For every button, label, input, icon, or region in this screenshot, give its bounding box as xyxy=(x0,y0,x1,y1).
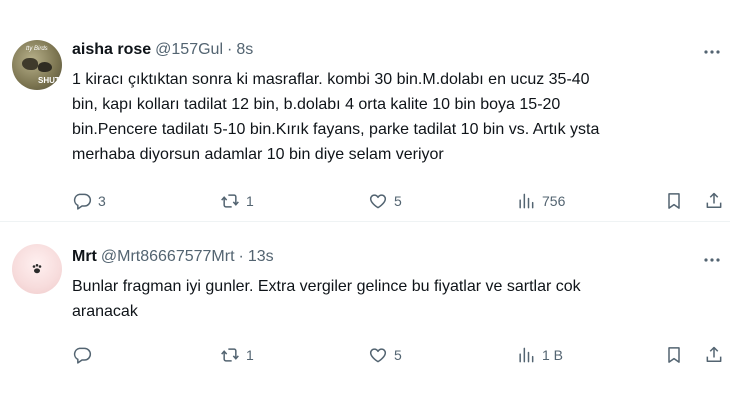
timestamp[interactable]: 8s xyxy=(236,41,253,59)
tweet-actions: 1 5 1 B xyxy=(72,344,730,366)
tweet-actions: 3 1 5 756 xyxy=(72,190,730,212)
bookmark-icon xyxy=(668,347,680,363)
retweet-button[interactable]: 1 xyxy=(220,190,254,212)
retweet-icon xyxy=(221,194,239,208)
retweet-button[interactable]: 1 xyxy=(220,344,254,366)
tweet[interactable]: tty Birds SHUT aisha rose @157Gul · 8s 1… xyxy=(0,0,730,221)
timestamp[interactable]: 13s xyxy=(248,248,274,266)
author-handle[interactable]: @157Gul xyxy=(155,41,223,59)
author-name[interactable]: aisha rose xyxy=(72,41,151,59)
bird-graphic xyxy=(22,58,38,70)
reply-icon xyxy=(73,347,92,364)
share-button[interactable] xyxy=(704,344,724,366)
views-icon xyxy=(519,193,534,209)
retweet-count: 1 xyxy=(246,193,254,209)
tweet[interactable]: Mrt @Mrt86667577Mrt · 13s Bunlar fragman… xyxy=(0,222,730,420)
view-count: 756 xyxy=(542,193,566,209)
bird-graphic xyxy=(38,62,52,72)
more-button[interactable] xyxy=(702,250,722,270)
more-icon xyxy=(704,50,720,54)
separator: · xyxy=(238,248,244,265)
reply-count: 3 xyxy=(98,193,106,209)
tweet-header: Mrt @Mrt86667577Mrt · 13s xyxy=(72,248,274,266)
heart-icon xyxy=(369,194,387,209)
tweet-text: 1 kiracı çıktıktan sonra ki masraflar. k… xyxy=(72,71,600,163)
more-icon xyxy=(704,258,720,262)
like-count: 5 xyxy=(394,193,402,209)
share-icon xyxy=(706,346,722,362)
heart-icon xyxy=(369,348,387,363)
reply-icon xyxy=(73,193,92,210)
author-handle[interactable]: @Mrt86667577Mrt xyxy=(101,248,235,266)
like-button[interactable]: 5 xyxy=(368,344,402,366)
more-button[interactable] xyxy=(702,42,722,62)
separator: · xyxy=(227,41,233,58)
avatar-tag: tty Birds xyxy=(26,46,48,52)
bookmark-icon xyxy=(668,193,680,209)
avatar[interactable]: tty Birds SHUT xyxy=(12,40,62,90)
avatar[interactable] xyxy=(12,244,62,294)
tweet-text: Bunlar fragman iyi gunler. Extra vergile… xyxy=(72,278,581,320)
share-button[interactable] xyxy=(704,190,724,212)
bookmark-button[interactable] xyxy=(664,190,684,212)
tweet-header: aisha rose @157Gul · 8s xyxy=(72,41,253,59)
paw-icon xyxy=(32,264,42,274)
views-icon xyxy=(519,347,534,363)
bookmark-button[interactable] xyxy=(664,344,684,366)
author-name[interactable]: Mrt xyxy=(72,248,97,266)
like-button[interactable]: 5 xyxy=(368,190,402,212)
like-count: 5 xyxy=(394,347,402,363)
reply-button[interactable] xyxy=(72,344,98,366)
reply-button[interactable]: 3 xyxy=(72,190,106,212)
views-button[interactable]: 1 B xyxy=(516,344,563,366)
view-count: 1 B xyxy=(542,347,564,363)
avatar-badge: SHUT xyxy=(38,76,60,85)
share-icon xyxy=(706,192,722,208)
views-button[interactable]: 756 xyxy=(516,190,565,212)
retweet-icon xyxy=(221,348,239,362)
retweet-count: 1 xyxy=(246,347,254,363)
